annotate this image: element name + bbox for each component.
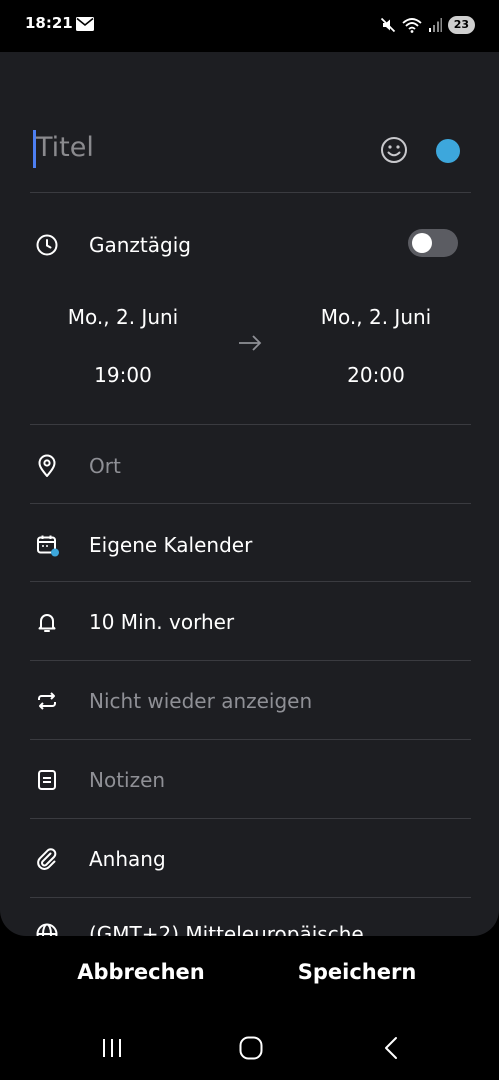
end-time[interactable]: 20:00 — [276, 363, 476, 387]
toggle-knob — [412, 233, 432, 253]
start-date[interactable]: Mo., 2. Juni — [23, 305, 223, 329]
start-time[interactable]: 19:00 — [23, 363, 223, 387]
repeat-selector[interactable]: Nicht wieder anzeigen — [89, 688, 312, 714]
divider — [30, 897, 471, 898]
divider — [30, 192, 471, 193]
recent-apps-icon[interactable] — [100, 1036, 124, 1060]
end-date[interactable]: Mo., 2. Juni — [276, 305, 476, 329]
status-time: 18:21 — [25, 14, 73, 32]
title-field[interactable]: Titel — [0, 122, 499, 184]
reminder-selector[interactable]: 10 Min. vorher — [89, 609, 234, 635]
location-pin-icon — [38, 454, 56, 477]
clock-icon — [36, 234, 58, 256]
globe-icon — [36, 923, 58, 936]
signal-icon — [428, 18, 442, 32]
mute-icon — [380, 17, 395, 33]
divider — [30, 660, 471, 661]
divider — [30, 581, 471, 582]
all-day-toggle[interactable] — [408, 229, 458, 257]
emoji-icon[interactable] — [380, 136, 408, 164]
arrow-right-icon — [239, 335, 262, 351]
divider — [30, 424, 471, 425]
timezone-selector[interactable]: (GMT+2) Mitteleuropäische — [89, 921, 364, 936]
save-button[interactable]: Speichern — [277, 960, 437, 984]
paperclip-icon — [37, 848, 57, 870]
home-icon[interactable] — [238, 1036, 264, 1060]
notes-icon — [38, 770, 56, 790]
calendar-icon — [37, 535, 59, 557]
wifi-icon — [402, 18, 422, 33]
cancel-button[interactable]: Abbrechen — [61, 960, 221, 984]
divider — [30, 503, 471, 504]
status-indicators: 23 — [380, 14, 475, 36]
title-placeholder: Titel — [36, 132, 94, 163]
event-color-dot[interactable] — [436, 139, 460, 163]
battery-indicator: 23 — [447, 16, 475, 34]
status-bar: 18:21 23 — [0, 0, 499, 52]
event-editor: Titel Ganztägig Mo., 2. Juni 19:00 Mo., … — [0, 52, 499, 936]
divider — [30, 818, 471, 819]
mail-icon — [76, 17, 94, 31]
bell-icon — [38, 614, 56, 632]
notes-field[interactable]: Notizen — [89, 767, 165, 793]
location-field[interactable]: Ort — [89, 453, 121, 479]
calendar-selector[interactable]: Eigene Kalender — [89, 532, 252, 558]
attachment-button[interactable]: Anhang — [89, 846, 166, 872]
divider — [30, 739, 471, 740]
back-icon[interactable] — [380, 1036, 404, 1060]
bottom-bar: Abbrechen Speichern — [0, 936, 499, 1080]
all-day-label: Ganztägig — [89, 233, 191, 257]
repeat-icon — [38, 692, 56, 710]
